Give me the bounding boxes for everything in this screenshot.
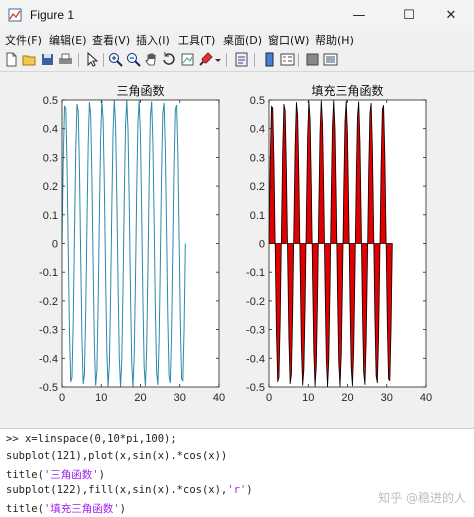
y-tick-label: 0.4 — [250, 124, 265, 136]
y-tick-label: -0.5 — [246, 382, 265, 394]
dropdown-arrow-icon[interactable] — [214, 51, 222, 68]
command-string: 'r' — [227, 484, 247, 496]
brush-icon[interactable] — [197, 51, 214, 68]
menu-desktop[interactable]: 桌面(D) — [223, 32, 262, 48]
menu-bar: 文件(F) 编辑(E) 查看(V) 插入(I) 工具(T) 桌面(D) 窗口(W… — [0, 31, 474, 48]
maximize-button[interactable]: ☐ — [386, 0, 432, 31]
toolbar-separator — [298, 53, 299, 67]
figure-window: Figure 1 — ☐ ✕ 文件(F) 编辑(E) 查看(V) 插入(I) 工… — [0, 0, 474, 429]
command-line: subplot(122),fill(x,sin(x).*cos(x),'r') — [6, 484, 253, 496]
x-tick-label: 30 — [381, 392, 393, 404]
y-tick-label: 0.2 — [250, 181, 265, 193]
command-code: ) — [119, 503, 126, 515]
x-tick-label: 40 — [420, 392, 432, 404]
matlab-figure-icon — [8, 8, 22, 22]
pan-hand-icon[interactable] — [143, 51, 160, 68]
y-tick-label: 0.2 — [43, 181, 58, 193]
new-figure-icon[interactable] — [3, 51, 20, 68]
command-string: '三角函数' — [43, 469, 99, 481]
link-plot-icon[interactable] — [233, 51, 250, 68]
hide-plot-tools-icon[interactable] — [304, 51, 321, 68]
x-tick-label: 0 — [59, 392, 65, 404]
y-tick-label: -0.3 — [39, 325, 58, 337]
command-code: subplot(122),fill(x,sin(x).*cos(x), — [6, 484, 228, 496]
y-tick-label: 0.5 — [250, 95, 265, 107]
y-tick-label: 0.3 — [43, 152, 58, 164]
y-tick-label: 0 — [259, 239, 265, 251]
y-tick-label: -0.4 — [246, 353, 265, 365]
menu-help[interactable]: 帮助(H) — [315, 32, 354, 48]
command-line: >> x=linspace(0,10*pi,100); — [6, 433, 177, 445]
command-line: subplot(121),plot(x,sin(x).*cos(x)) — [6, 450, 227, 462]
open-file-icon[interactable] — [21, 51, 38, 68]
menu-edit[interactable]: 编辑(E) — [49, 32, 87, 48]
toolbar-separator — [103, 53, 104, 67]
rotate-3d-icon[interactable] — [161, 51, 178, 68]
toolbar-separator — [226, 53, 227, 67]
command-code: x=linspace(0,10*pi,100); — [24, 433, 177, 445]
x-tick-label: 40 — [213, 392, 225, 404]
y-tick-label: -0.2 — [246, 296, 265, 308]
command-code: title( — [6, 469, 44, 481]
x-tick-label: 10 — [95, 392, 107, 404]
command-string: '填充三角函数' — [43, 503, 120, 515]
x-tick-label: 0 — [266, 392, 272, 404]
watermark: 知乎 @稳进的人 — [378, 491, 466, 505]
menu-file[interactable]: 文件(F) — [5, 32, 42, 48]
y-tick-label: 0.1 — [250, 210, 265, 222]
y-tick-label: -0.4 — [39, 353, 58, 365]
insert-legend-icon[interactable] — [279, 51, 296, 68]
minimize-button[interactable]: — — [336, 0, 382, 31]
menu-insert[interactable]: 插入(I) — [136, 32, 170, 48]
command-code: ) — [246, 484, 253, 496]
x-tick-label: 10 — [302, 392, 314, 404]
toolbar-separator — [254, 53, 255, 67]
menu-tools[interactable]: 工具(T) — [178, 32, 215, 48]
insert-colorbar-icon[interactable] — [261, 51, 278, 68]
command-code: subplot(121),plot(x,sin(x).*cos(x)) — [6, 450, 228, 462]
x-tick-label: 30 — [174, 392, 186, 404]
chart-title: 填充三角函数 — [311, 83, 383, 98]
show-plot-tools-icon[interactable] — [322, 51, 339, 68]
menu-window[interactable]: 窗口(W) — [268, 32, 309, 48]
print-icon[interactable] — [57, 51, 74, 68]
y-tick-label: 0.3 — [250, 152, 265, 164]
command-code: title( — [6, 503, 44, 515]
data-cursor-icon[interactable] — [179, 51, 196, 68]
y-tick-label: 0.4 — [43, 124, 58, 136]
y-tick-label: 0.5 — [43, 95, 58, 107]
window-title: Figure 1 — [30, 8, 75, 22]
command-prompt: >> — [6, 433, 25, 445]
menu-view[interactable]: 查看(V) — [92, 32, 130, 48]
command-code: ) — [98, 469, 105, 481]
toolbar-separator — [78, 53, 79, 67]
pointer-icon[interactable] — [83, 51, 100, 68]
y-tick-label: -0.2 — [39, 296, 58, 308]
y-tick-label: -0.1 — [246, 267, 265, 279]
zoom-out-icon[interactable] — [125, 51, 142, 68]
y-tick-label: -0.1 — [39, 267, 58, 279]
command-line: title('填充三角函数') — [6, 501, 126, 516]
y-tick-label: 0.1 — [43, 210, 58, 222]
save-icon[interactable] — [39, 51, 56, 68]
figure-canvas: 0 10 20 30 40 -0.5 -0.4 -0.3 -0.2 -0.1 0 0.1 0.2 0.3 0… — [0, 72, 474, 428]
chart-title: 三角函数 — [116, 83, 164, 98]
command-line: title('三角函数') — [6, 467, 105, 482]
zoom-in-icon[interactable] — [107, 51, 124, 68]
title-bar[interactable]: Figure 1 — ☐ ✕ — [0, 0, 474, 31]
toolbar — [0, 49, 474, 72]
y-tick-label: 0 — [52, 239, 58, 251]
y-tick-label: -0.3 — [246, 325, 265, 337]
plots-svg: 0 10 20 30 40 -0.5 -0.4 -0.3 -0.2 -0.1 0 0.1 0.2 0.3 0… — [39, 83, 432, 404]
y-tick-label: -0.5 — [39, 382, 58, 394]
close-button[interactable]: ✕ — [428, 0, 474, 31]
x-tick-label: 20 — [134, 392, 146, 404]
x-tick-label: 20 — [341, 392, 353, 404]
